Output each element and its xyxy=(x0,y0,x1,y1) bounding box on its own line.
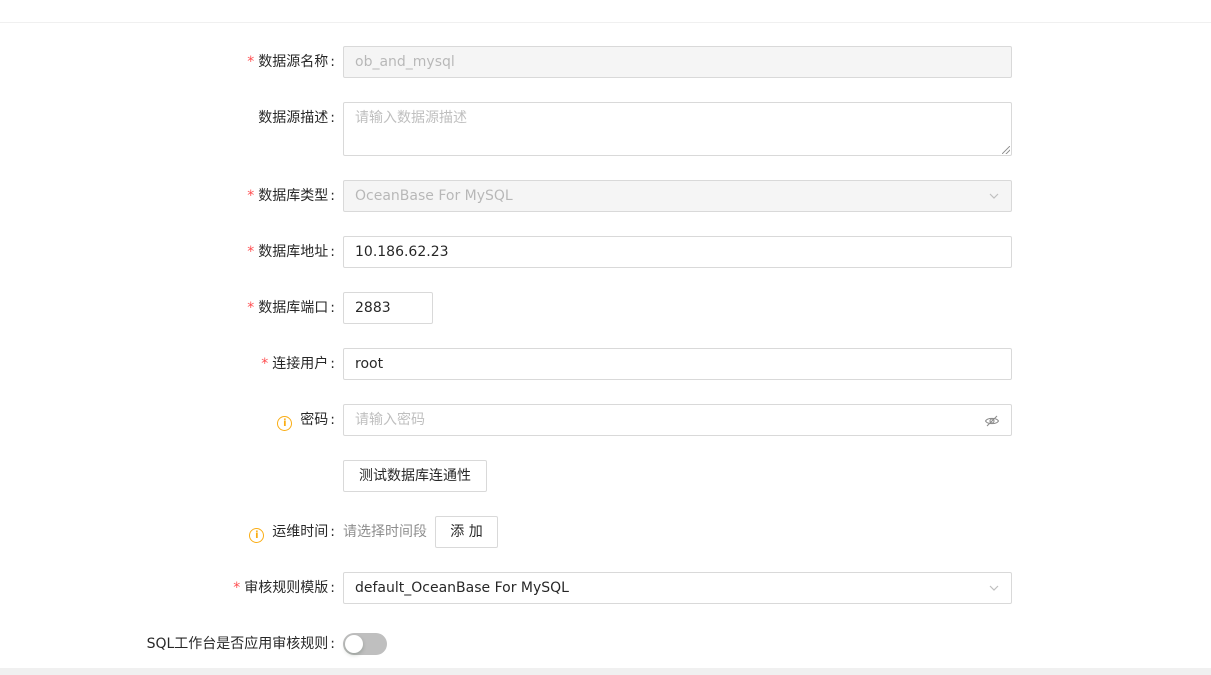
db-password-placeholder: 请输入密码 xyxy=(355,412,425,428)
resize-grip-icon[interactable] xyxy=(1002,146,1010,154)
datasource-desc-label: 数据源描述: xyxy=(258,102,335,134)
label-colon: : xyxy=(330,54,335,70)
label-colon: : xyxy=(330,580,335,596)
datasource-name-label: * 数据源名称: xyxy=(247,46,335,78)
db-password-input[interactable]: 请输入密码 xyxy=(343,404,1012,436)
datasource-name-value: ob_and_mysql xyxy=(355,54,455,70)
db-user-input[interactable]: root xyxy=(343,348,1012,380)
eye-invisible-icon[interactable] xyxy=(984,413,1000,429)
switch-knob xyxy=(345,635,363,653)
required-mark: * xyxy=(233,580,241,596)
maintenance-time-label: i 运维时间: xyxy=(249,516,335,548)
datasource-name-input[interactable]: ob_and_mysql xyxy=(343,46,1012,78)
sql-workbench-audit-switch[interactable] xyxy=(343,633,387,655)
label-colon: : xyxy=(330,188,335,204)
label-colon: : xyxy=(330,412,335,428)
label-colon: : xyxy=(330,524,335,540)
db-user-label: * 连接用户: xyxy=(261,348,335,380)
db-host-input[interactable]: 10.186.62.23 xyxy=(343,236,1012,268)
label-colon: : xyxy=(330,636,335,652)
datasource-desc-label-text: 数据源描述 xyxy=(258,110,329,126)
label-colon: : xyxy=(330,356,335,372)
bottom-footer-bar xyxy=(0,668,1211,675)
maintenance-time-label-text: 运维时间 xyxy=(272,524,329,540)
required-mark: * xyxy=(247,188,255,204)
audit-rule-template-label: * 审核规则模版: xyxy=(233,572,335,604)
required-mark: * xyxy=(247,54,255,70)
info-circle-icon[interactable]: i xyxy=(249,528,265,543)
top-header-bar xyxy=(0,0,1211,23)
label-colon: : xyxy=(330,110,335,126)
db-port-input[interactable]: 2883 xyxy=(343,292,433,324)
maintenance-time-hint: 请选择时间段 xyxy=(343,524,427,540)
chevron-down-icon xyxy=(989,193,999,199)
db-port-value: 2883 xyxy=(355,300,391,316)
db-host-label: * 数据库地址: xyxy=(247,236,335,268)
datasource-desc-placeholder: 请输入数据源描述 xyxy=(355,110,467,126)
sql-workbench-audit-label: SQL工作台是否应用审核规则: xyxy=(147,628,335,660)
info-circle-icon[interactable]: i xyxy=(277,416,293,431)
chevron-down-icon xyxy=(989,585,999,591)
db-port-label-text: 数据库端口 xyxy=(258,300,329,316)
db-host-label-text: 数据库地址 xyxy=(258,244,329,260)
audit-rule-template-select[interactable]: default_OceanBase For MySQL xyxy=(343,572,1012,604)
db-user-label-text: 连接用户 xyxy=(272,356,329,372)
label-colon: : xyxy=(330,244,335,260)
required-mark: * xyxy=(247,300,255,316)
db-type-label-text: 数据库类型 xyxy=(258,188,329,204)
datasource-name-label-text: 数据源名称 xyxy=(258,54,329,70)
db-type-value: OceanBase For MySQL xyxy=(355,188,513,204)
db-host-value: 10.186.62.23 xyxy=(355,244,449,260)
required-mark: * xyxy=(247,244,255,260)
db-user-value: root xyxy=(355,356,384,372)
sql-workbench-audit-label-text: SQL工作台是否应用审核规则 xyxy=(146,636,329,652)
db-type-select[interactable]: OceanBase For MySQL xyxy=(343,180,1012,212)
datasource-desc-textarea[interactable]: 请输入数据源描述 xyxy=(343,102,1012,156)
test-connection-button[interactable]: 测试数据库连通性 xyxy=(343,460,487,492)
add-maintenance-time-button[interactable]: 添 加 xyxy=(435,516,498,548)
audit-rule-template-label-text: 审核规则模版 xyxy=(244,580,329,596)
db-password-label-text: 密码 xyxy=(300,412,329,428)
required-mark: * xyxy=(261,356,269,372)
db-password-label: i 密码: xyxy=(277,404,335,436)
label-colon: : xyxy=(330,300,335,316)
audit-rule-template-value: default_OceanBase For MySQL xyxy=(355,580,569,596)
db-type-label: * 数据库类型: xyxy=(247,180,335,212)
db-port-label: * 数据库端口: xyxy=(247,292,335,324)
